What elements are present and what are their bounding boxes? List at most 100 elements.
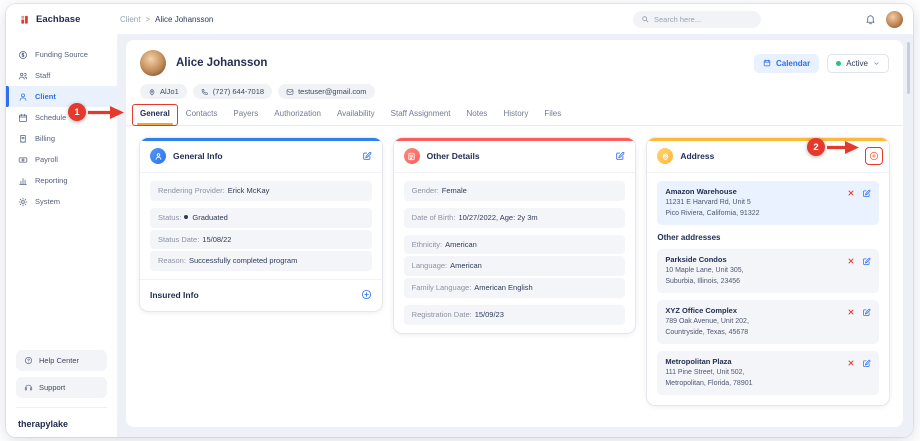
calendar-button[interactable]: Calendar — [754, 54, 819, 73]
notifications-bell-icon[interactable] — [865, 14, 876, 25]
sidebar: Funding Source Staff Client Schedule Bil… — [6, 34, 118, 437]
sidebar-item-client[interactable]: Client — [6, 86, 117, 107]
edit-address-icon[interactable] — [862, 189, 871, 198]
insured-info-title: Insured Info — [150, 290, 199, 300]
client-profile-panel: Alice Johansson Calendar Active — [126, 40, 903, 427]
tab-bar: General Contacts Payers Authorization Av… — [126, 99, 903, 126]
address-card: Address Amazon Warehouse 11231 E Harvard… — [647, 138, 889, 405]
client-icon — [18, 92, 28, 102]
reporting-icon — [18, 176, 28, 186]
sidebar-item-staff[interactable]: Staff — [6, 65, 117, 86]
cards-row: General Info Rendering Provider:Erick Mc… — [126, 126, 903, 419]
phone-icon — [201, 88, 209, 96]
client-email-badge: testuser@gmail.com — [278, 84, 374, 99]
add-address-button[interactable] — [869, 151, 879, 161]
address-line2: Countryside, Texas, 45678 — [665, 328, 841, 339]
client-code-badge: AlJo1 — [140, 84, 187, 99]
other-details-card: Other Details Gender:Female — [394, 138, 636, 333]
topbar: Eachbase Client > Alice Johansson — [6, 4, 913, 34]
sidebar-item-label: Reporting — [35, 176, 68, 185]
client-email: testuser@gmail.com — [298, 87, 366, 96]
annotation-step-1: 1 — [68, 103, 86, 121]
breadcrumb: Client > Alice Johansson — [120, 15, 213, 24]
address-item: Parkside Condos 10 Maple Lane, Unit 305,… — [657, 249, 879, 293]
tab-authorization[interactable]: Authorization — [274, 109, 321, 125]
client-phone-badge: (727) 644-7018 — [193, 84, 272, 99]
app-logo: Eachbase — [20, 14, 120, 25]
client-phone: (727) 644-7018 — [213, 87, 264, 96]
support-label: Support — [39, 383, 65, 392]
sidebar-footer: Help Center Support therapylake — [6, 342, 117, 437]
vertical-scrollbar[interactable] — [907, 42, 910, 94]
edit-address-icon[interactable] — [862, 359, 871, 368]
tab-files[interactable]: Files — [544, 109, 561, 125]
rendering-provider-field: Rendering Provider:Erick McKay — [150, 181, 372, 201]
breadcrumb-current: Alice Johansson — [155, 15, 213, 24]
status-dot — [184, 215, 188, 219]
status-dropdown[interactable]: Active — [827, 54, 889, 73]
sidebar-item-funding-source[interactable]: Funding Source — [6, 44, 117, 65]
staff-icon — [18, 71, 28, 81]
tab-staff-assignment[interactable]: Staff Assignment — [391, 109, 451, 125]
tab-history[interactable]: History — [503, 109, 528, 125]
address-line1: 10 Maple Lane, Unit 305, — [665, 266, 841, 277]
sidebar-item-label: Billing — [35, 134, 55, 143]
funding-source-icon — [18, 50, 28, 60]
sidebar-item-payroll[interactable]: Payroll — [6, 149, 117, 170]
language-field: Language:American — [404, 256, 626, 276]
tab-availability[interactable]: Availability — [337, 109, 375, 125]
client-code: AlJo1 — [160, 87, 179, 96]
other-details-title: Other Details — [427, 151, 480, 161]
address-item: XYZ Office Complex 789 Oak Avenue, Unit … — [657, 300, 879, 344]
help-center-button[interactable]: Help Center — [16, 350, 107, 371]
family-language-field: Family Language:American English — [404, 278, 626, 298]
search-bar[interactable] — [633, 11, 761, 28]
search-input[interactable] — [654, 15, 753, 24]
calendar-icon — [763, 59, 771, 67]
address-line1: 789 Oak Avenue, Unit 202, — [665, 317, 841, 328]
edit-address-icon[interactable] — [862, 257, 871, 266]
tab-notes[interactable]: Notes — [467, 109, 488, 125]
delete-address-icon[interactable] — [847, 189, 855, 197]
address-icon — [657, 148, 673, 164]
support-button[interactable]: Support — [16, 377, 107, 398]
edit-other-details-icon[interactable] — [615, 151, 625, 161]
sidebar-item-reporting[interactable]: Reporting — [6, 170, 117, 191]
tab-general[interactable]: General — [140, 109, 170, 125]
user-avatar[interactable] — [886, 11, 903, 28]
general-info-card: General Info Rendering Provider:Erick Mc… — [140, 138, 382, 311]
tab-contacts[interactable]: Contacts — [186, 109, 218, 125]
ethnicity-field: Ethnicity:American — [404, 235, 626, 255]
field-group: Gender:Female — [404, 181, 626, 201]
address-line2: Metropolitan, Florida, 78901 — [665, 379, 841, 390]
edit-address-icon[interactable] — [862, 308, 871, 317]
search-icon — [641, 15, 649, 23]
payroll-icon — [18, 155, 28, 165]
sidebar-item-label: System — [35, 197, 60, 206]
add-insured-info-icon[interactable] — [361, 289, 372, 300]
app-name: Eachbase — [36, 14, 80, 25]
annotation-arrow-2 — [827, 141, 859, 154]
edit-general-info-icon[interactable] — [362, 151, 372, 161]
general-info-title: General Info — [173, 151, 223, 161]
app-window: Eachbase Client > Alice Johansson Fundin… — [6, 4, 913, 437]
sidebar-item-label: Client — [35, 92, 56, 101]
field-group: Registration Date:15/09/23 — [404, 305, 626, 325]
delete-address-icon[interactable] — [847, 359, 855, 367]
status-date-field: Status Date:15/08/22 — [150, 230, 372, 250]
primary-address-item: Amazon Warehouse 11231 E Harvard Rd, Uni… — [657, 181, 879, 225]
sidebar-item-billing[interactable]: Billing — [6, 128, 117, 149]
annotation-step-2: 2 — [807, 138, 825, 156]
tab-payers[interactable]: Payers — [233, 109, 258, 125]
schedule-icon — [18, 113, 28, 123]
address-line1: 11231 E Harvard Rd, Unit 5 — [665, 198, 841, 209]
delete-address-icon[interactable] — [847, 257, 855, 265]
status-value: Active — [846, 59, 868, 68]
breadcrumb-section[interactable]: Client — [120, 15, 140, 24]
sidebar-item-system[interactable]: System — [6, 191, 117, 212]
delete-address-icon[interactable] — [847, 308, 855, 316]
chevron-down-icon — [873, 60, 880, 67]
logo-icon — [20, 14, 31, 25]
sidebar-item-label: Funding Source — [35, 50, 88, 59]
help-icon — [24, 356, 33, 365]
